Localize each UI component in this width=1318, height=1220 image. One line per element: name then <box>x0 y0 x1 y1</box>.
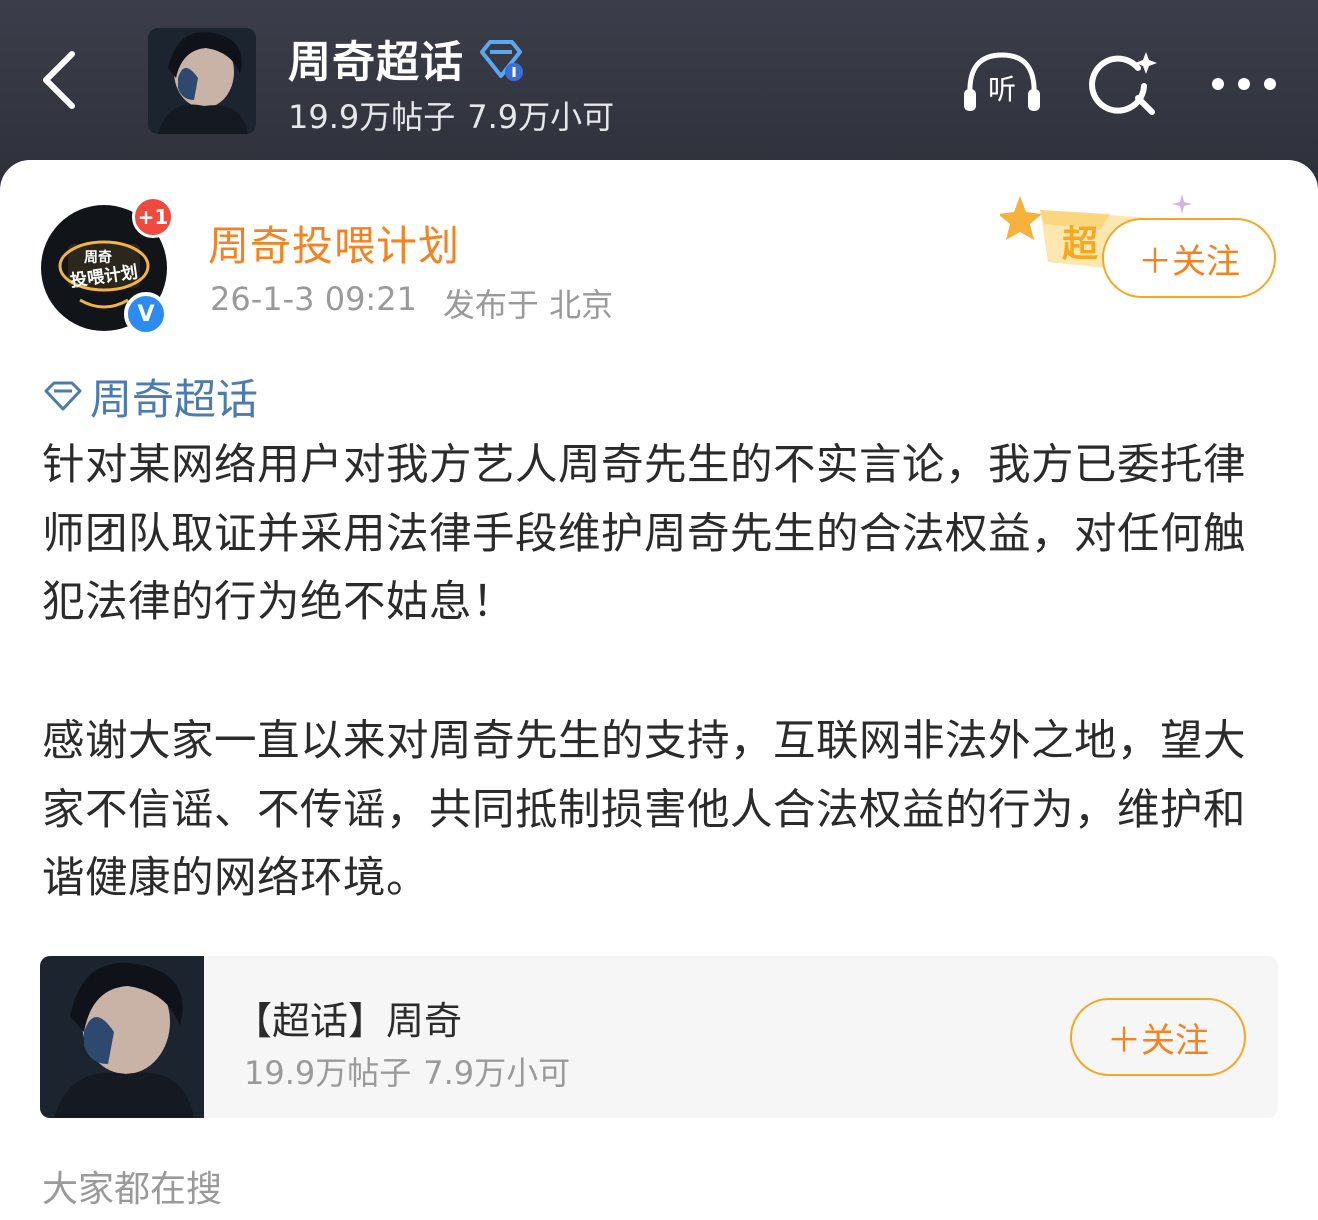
page-title: 周奇超话 <box>288 38 464 88</box>
member-count: 7.9万小可 <box>467 98 615 136</box>
listen-headphone-icon: 听 <box>964 52 1040 111</box>
diamond-icon <box>480 40 523 81</box>
listen-label: 听 <box>988 73 1016 106</box>
listen-button[interactable]: 听 <box>960 44 1044 124</box>
sticker-label: 超 <box>1062 224 1099 265</box>
post-paragraph-2: 感谢大家一直以来对周奇先生的支持，互联网非法外之地，望大家不信谣、不传谣，共同抵… <box>42 717 1247 903</box>
topic-card-image <box>40 956 204 1118</box>
more-dots-icon <box>1212 78 1276 90</box>
more-button[interactable] <box>1202 44 1286 124</box>
follow-button[interactable]: ＋关注 <box>1102 218 1276 298</box>
new-badge: +1 <box>132 196 174 238</box>
portrait-image <box>148 28 256 134</box>
topic-link-label: 周奇超话 <box>90 374 259 424</box>
header-title-row: 周奇超话 <box>288 30 526 88</box>
topic-avatar[interactable] <box>148 28 256 134</box>
post-meta: 26-1-3 09:21 发布于 北京 <box>210 280 613 326</box>
topic-follow-button[interactable]: ＋关注 <box>1070 998 1246 1076</box>
post-card: 周奇 投喂计划 +1 V 周奇投喂计划 26-1-3 09:21 发布于 北京 … <box>0 160 1318 1220</box>
avatar-text-1: 周奇 <box>84 249 112 266</box>
topic-link[interactable]: 周奇超话 <box>42 366 258 426</box>
topic-post-count: 19.9万帖子 <box>244 1054 412 1092</box>
topic-card[interactable]: 【超话】周奇 19.9万帖子 7.9万小可 ＋关注 <box>40 956 1278 1118</box>
topic-card-title: 【超话】周奇 <box>234 999 463 1043</box>
post-count: 19.9万帖子 <box>288 98 456 136</box>
back-arrow-icon <box>43 51 75 109</box>
back-button[interactable] <box>28 44 88 116</box>
header-stats: 19.9万帖子 7.9万小可 <box>288 92 614 138</box>
verified-icon: V <box>124 292 168 336</box>
post-location: 发布于 北京 <box>442 286 614 324</box>
trending-search-heading: 大家都在搜 <box>42 1169 223 1210</box>
topic-member-count: 7.9万小可 <box>423 1054 571 1092</box>
diamond-icon <box>44 381 82 411</box>
search-sparkle-icon <box>1089 52 1157 115</box>
author-name[interactable]: 周奇投喂计划 <box>208 212 460 272</box>
topic-card-stats: 19.9万帖子 7.9万小可 <box>244 1048 570 1094</box>
search-button[interactable] <box>1082 44 1166 124</box>
post-paragraph-1: 针对某网络用户对我方艺人周奇先生的不实言论，我方已委托律师团队取证并采用法律手段… <box>42 441 1247 627</box>
post-time: 26-1-3 09:21 <box>210 280 417 318</box>
